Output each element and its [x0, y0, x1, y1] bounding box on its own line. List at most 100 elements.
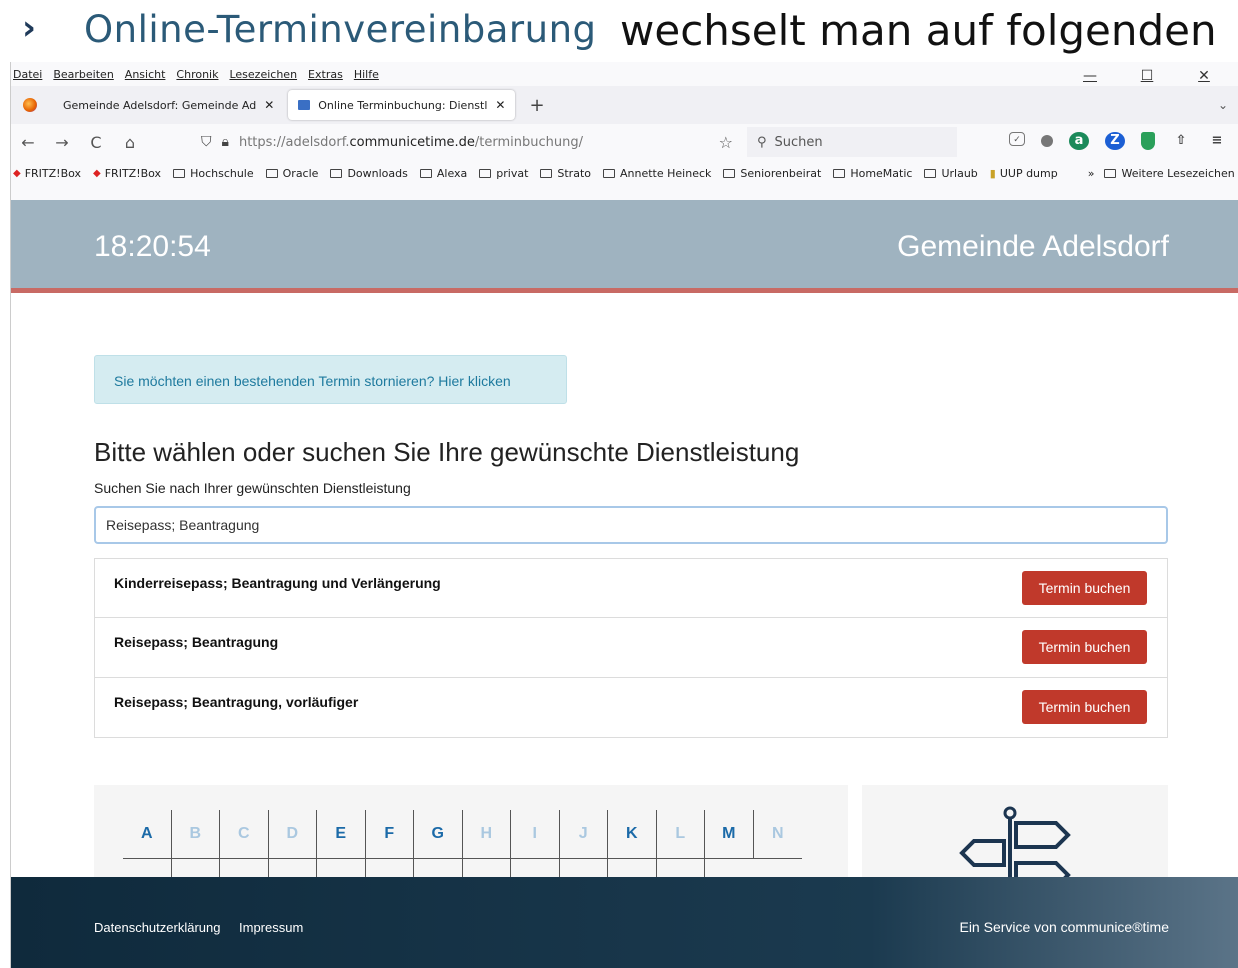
alphabet-letter-m[interactable]: M — [705, 810, 754, 858]
site-header: 18:20:54 Gemeinde Adelsdorf — [11, 200, 1238, 293]
slide-header: › Online-Terminvereinbarung wechselt man… — [0, 0, 1238, 62]
menu-item-chronik[interactable]: Chronik — [176, 68, 218, 81]
menu-item-hilfe[interactable]: Hilfe — [354, 68, 379, 81]
chevron-down-icon[interactable]: ⌄ — [1218, 98, 1228, 112]
bookmark-oracle[interactable]: Oracle — [265, 167, 318, 180]
clock: 18:20:54 — [94, 230, 211, 263]
menu-item-datei[interactable]: Datei — [13, 68, 42, 81]
browser-window: Datei Bearbeiten Ansicht Chronik Lesezei… — [10, 62, 1238, 968]
alphabet-row: ABCDEFGHIJKLMN — [123, 810, 802, 859]
alphabet-letter-a[interactable]: A — [123, 810, 172, 858]
bookmark-strato[interactable]: Strato — [540, 167, 591, 180]
back-icon[interactable]: ← — [11, 133, 45, 152]
menu-item-lesezeichen[interactable]: Lesezeichen — [229, 68, 297, 81]
menu-item-extras[interactable]: Extras — [308, 68, 343, 81]
lock-icon[interactable]: 🔒︎ — [222, 134, 229, 150]
alphabet-letter-c: C — [220, 810, 269, 858]
chevron-right-icon: › — [22, 8, 37, 48]
shield-extension-icon[interactable] — [1141, 132, 1155, 150]
folder-icon — [540, 168, 553, 178]
extension-icon[interactable] — [1041, 135, 1053, 147]
site-name: Gemeinde Adelsdorf — [897, 230, 1169, 263]
bookmarks-overflow-icon[interactable]: » — [1088, 167, 1095, 180]
folder-icon — [173, 168, 186, 178]
search-placeholder: Suchen — [774, 134, 823, 150]
bookmark-seniorenbeirat[interactable]: Seniorenbeirat — [723, 167, 821, 180]
bookmark-downloads[interactable]: Downloads — [330, 167, 408, 180]
menu-item-ansicht[interactable]: Ansicht — [125, 68, 166, 81]
bookmark-alexa[interactable]: Alexa — [419, 167, 467, 180]
bookmark-annette-heineck[interactable]: Annette Heineck — [603, 167, 711, 180]
bookmark-fritzbox-2[interactable]: ◆ FRITZ!Box — [93, 167, 161, 180]
alphabet-letter-g[interactable]: G — [414, 810, 463, 858]
folder-icon — [924, 168, 937, 178]
book-appointment-button[interactable]: Termin buchen — [1022, 630, 1147, 664]
alphabet-letter-n: N — [771, 825, 784, 842]
forward-icon[interactable]: → — [45, 133, 79, 152]
tab-bar: Gemeinde Adelsdorf: Gemeinde Ad ✕ Online… — [11, 86, 1238, 124]
folder-icon — [723, 168, 736, 178]
bookmarks-bar: ◆ FRITZ!Box ◆ FRITZ!Box Hochschule Oracle … — [11, 160, 1238, 186]
folder-icon — [419, 168, 432, 178]
service-name: Reisepass; Beantragung, vorläufiger — [114, 694, 359, 710]
alphabet-letter-k[interactable]: K — [608, 810, 657, 858]
alphabet-letter-f[interactable]: F — [366, 810, 414, 858]
pocket-icon[interactable]: ✓ — [1009, 132, 1025, 146]
service-search-input[interactable] — [94, 506, 1168, 544]
url-prefix: https://adelsdorf. — [238, 134, 350, 150]
menu-item-bearbeiten[interactable]: Bearbeiten — [53, 68, 113, 81]
tab-close-icon[interactable]: ✕ — [264, 98, 274, 112]
menu-icon[interactable]: ≡ — [1207, 132, 1227, 150]
footer-service-text: Ein Service von communice®time — [959, 919, 1169, 935]
extensions-toolbar: ✓ a Z ⇧ ≡ — [1009, 132, 1238, 150]
reload-icon[interactable]: C — [79, 133, 113, 152]
tab-online-terminbuchung[interactable]: Online Terminbuchung: Dienstl ✕ — [288, 90, 516, 120]
privacy-link[interactable]: Datenschutzerklärung — [94, 920, 220, 935]
home-icon[interactable]: ⌂ — [113, 133, 147, 152]
folder-icon — [603, 168, 615, 178]
book-appointment-button[interactable]: Termin buchen — [1022, 571, 1147, 605]
fritzbox-icon: ◆ — [13, 167, 21, 179]
footer: Datenschutzerklärung Impressum Ein Servi… — [11, 877, 1238, 968]
new-tab-button[interactable]: + — [529, 95, 544, 116]
book-appointment-button[interactable]: Termin buchen — [1022, 690, 1147, 724]
bookmark-fritzbox-1[interactable]: ◆ FRITZ!Box — [13, 167, 81, 180]
list-item: Kinderreisepass; Beantragung und Verläng… — [94, 558, 1168, 618]
bookmark-hochschule[interactable]: Hochschule — [173, 167, 254, 180]
monitor-icon — [298, 100, 311, 110]
bookmark-star-icon[interactable]: ☆ — [719, 133, 733, 152]
web-page: 18:20:54 Gemeinde Adelsdorf Sie möchten … — [11, 200, 1238, 968]
alphabet-letter-h: H — [463, 810, 511, 858]
fritzbox-icon: ◆ — [93, 167, 101, 179]
bookmark-weitere-lesezeichen[interactable]: Weitere Lesezeichen — [1104, 167, 1235, 180]
browser-search-field[interactable]: ⚲ Suchen — [747, 127, 957, 157]
extension-a-icon[interactable]: a — [1069, 132, 1089, 150]
search-icon: ⚲ — [757, 134, 767, 150]
folder-icon — [479, 168, 492, 178]
tab-label: Gemeinde Adelsdorf: Gemeinde Ad — [63, 98, 257, 112]
folder-icon — [833, 168, 846, 178]
nav-bar: ← → C ⌂ ⛉ 🔒︎ https://adelsdorf. communice… — [11, 124, 1238, 160]
cancel-appointment-link[interactable]: Sie möchten einen bestehenden Termin sto… — [94, 355, 567, 404]
extension-z-icon[interactable]: Z — [1105, 132, 1125, 150]
url-bar[interactable]: ⛉ 🔒︎ https://adelsdorf. communicetime.de /… — [201, 127, 741, 157]
folder-icon — [330, 168, 343, 178]
bookmark-homematic[interactable]: HomeMatic — [833, 167, 912, 180]
tab-label: Online Terminbuchung: Dienstl — [318, 98, 488, 112]
results-list: Kinderreisepass; Beantragung und Verläng… — [94, 558, 1168, 738]
uup-icon: ▮ — [989, 166, 996, 180]
alphabet-letter-e[interactable]: E — [317, 810, 366, 858]
imprint-link[interactable]: Impressum — [239, 920, 303, 935]
bookmark-privat[interactable]: privat — [479, 167, 528, 180]
firefox-icon — [23, 98, 37, 112]
alphabet-letter-b: B — [172, 810, 220, 858]
bookmark-uup-dump[interactable]: ▮ UUP dump — [990, 167, 1058, 180]
folder-icon — [265, 168, 278, 178]
bookmark-urlaub[interactable]: Urlaub — [924, 167, 978, 180]
shield-icon[interactable]: ⛉ — [201, 134, 212, 150]
service-name: Reisepass; Beantragung — [114, 634, 279, 650]
tab-close-icon[interactable]: ✕ — [495, 98, 505, 112]
folder-icon — [1104, 168, 1117, 178]
tab-gemeinde-adelsdorf[interactable]: Gemeinde Adelsdorf: Gemeinde Ad ✕ — [53, 90, 284, 120]
share-icon[interactable]: ⇧ — [1171, 132, 1191, 150]
